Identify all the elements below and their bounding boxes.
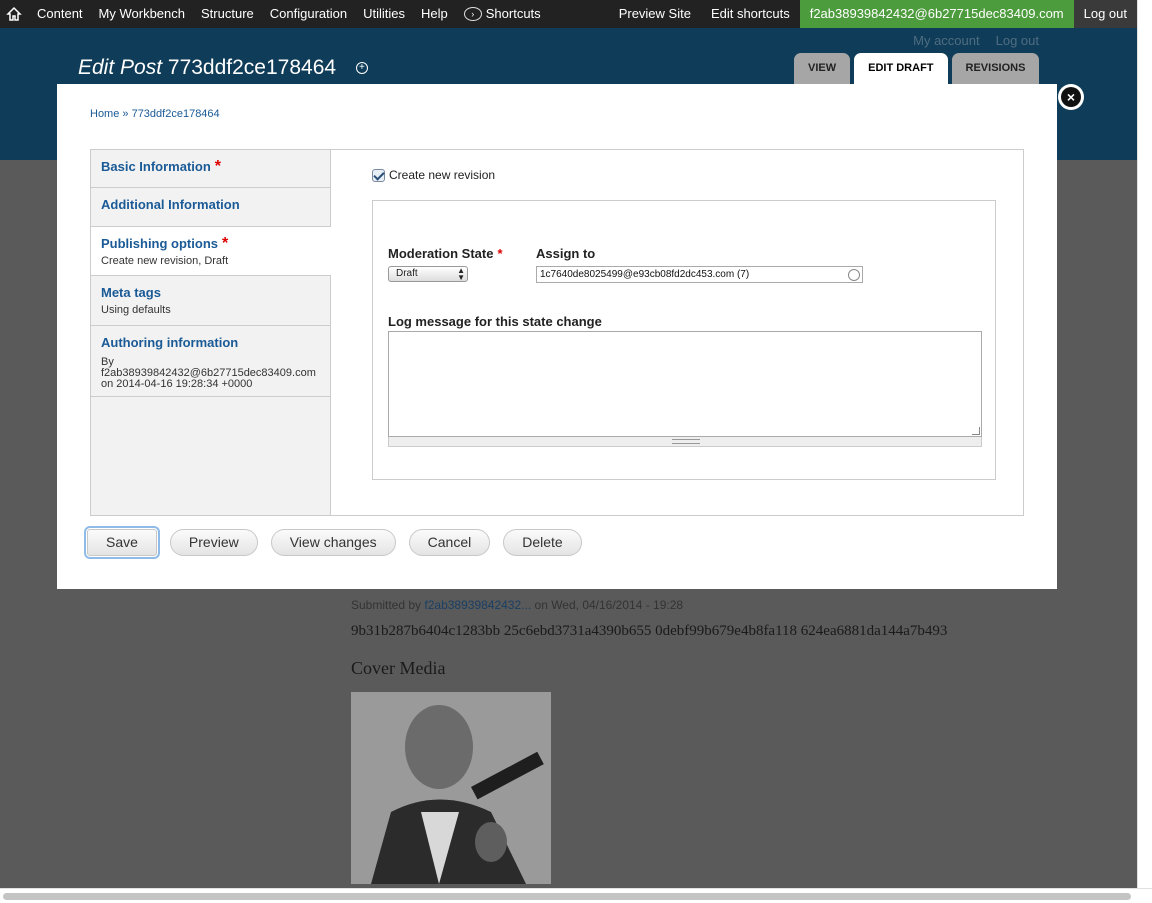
resize-handle-icon[interactable] (972, 427, 980, 435)
save-button[interactable]: Save (84, 526, 160, 559)
add-shortcut-icon[interactable]: + (355, 62, 368, 75)
preview-site-link[interactable]: Preview Site (609, 0, 701, 28)
page-title-prefix: Edit Post (78, 56, 163, 79)
user-account-link[interactable]: f2ab38939842432@6b27715dec83409.com (799, 0, 1074, 28)
breadcrumb[interactable]: Home » 773ddf2ce178464 (90, 108, 220, 120)
log-message-label: Log message for this state change (388, 314, 602, 329)
my-account-link[interactable]: My account (913, 33, 979, 48)
vtab-meta-tags[interactable]: Meta tags Using defaults (91, 276, 330, 326)
preview-button[interactable]: Preview (169, 529, 258, 556)
moderation-state-value: Draft (396, 268, 418, 279)
toolbar-logout-link[interactable]: Log out (1073, 0, 1137, 28)
toolbar-item-content[interactable]: Content (29, 0, 91, 28)
shortcuts-label: Shortcuts (485, 6, 541, 21)
toolbar-item-configuration[interactable]: Configuration (262, 0, 355, 28)
portrait-image (351, 692, 551, 884)
moderation-state-label-text: Moderation State (388, 246, 494, 261)
assign-to-input[interactable]: 1c7640de8025499@e93cb08fd2dc453.com (7) (536, 266, 863, 283)
edit-overlay: Home » 773ddf2ce178464 Basic Information… (57, 84, 1057, 589)
moderation-state-select[interactable]: Draft ▲ ▼ (388, 266, 468, 282)
moderation-state-label: Moderation State * (388, 246, 503, 261)
vtab-summary: Using defaults (101, 304, 171, 316)
create-revision-checkbox[interactable] (372, 168, 385, 182)
secondary-logout-link[interactable]: Log out (996, 33, 1039, 48)
vtab-additional-information[interactable]: Additional Information (91, 188, 330, 227)
vtab-label: Publishing options (101, 236, 218, 251)
create-revision-label[interactable]: Create new revision (389, 168, 495, 182)
tab-edit-draft[interactable]: EDIT DRAFT (854, 53, 948, 84)
create-revision-row: Create new revision (372, 168, 495, 182)
vtab-label: Basic Information (101, 159, 211, 174)
close-icon: × (1061, 87, 1081, 107)
vtab-summary: By f2ab38939842432@6b27715dec83409.com o… (101, 357, 320, 390)
overlay-close-button[interactable]: × (1058, 84, 1084, 110)
horizontal-scrollbar-thumb[interactable] (3, 893, 1131, 900)
vtab-summary: Create new revision, Draft (101, 255, 229, 267)
select-arrows-icon: ▲ ▼ (457, 266, 465, 282)
cover-media-image (351, 692, 551, 884)
autocomplete-throbber-icon (848, 269, 860, 281)
authoring-summary-line: on 2014-04-16 19:28:34 +0000 (101, 378, 253, 390)
page-title-id: 773ddf2ce178464 (167, 56, 337, 79)
node-content: Submitted by f2ab38939842432... on Wed, … (351, 598, 947, 884)
log-message-textarea[interactable] (388, 331, 982, 437)
submitted-user-link[interactable]: f2ab38939842432... (424, 598, 531, 612)
node-body: 9b31b287b6404c1283bb 25c6ebd3731a4390b65… (351, 623, 948, 639)
view-changes-button[interactable]: View changes (270, 529, 396, 556)
vtab-label: Meta tags (101, 285, 161, 300)
vtab-label: Authoring information (101, 335, 239, 350)
secondary-menu: My account Log out (913, 33, 1039, 48)
toolbar-shortcuts-toggle[interactable]: › Shortcuts (456, 0, 541, 28)
vertical-tabs: Basic Information * Additional Informatio… (90, 149, 1024, 516)
required-marker: * (222, 235, 229, 252)
textarea-grippie[interactable] (388, 437, 982, 447)
required-marker: * (497, 246, 503, 261)
publishing-options-pane: Create new revision Moderation State * Dr… (372, 150, 1022, 515)
vertical-tabs-menu: Basic Information * Additional Informatio… (91, 150, 331, 515)
edit-shortcuts-link[interactable]: Edit shortcuts (701, 0, 800, 28)
vertical-scrollbar[interactable] (1137, 0, 1152, 903)
vtab-basic-information[interactable]: Basic Information * (91, 150, 330, 188)
assign-to-label: Assign to (536, 246, 596, 261)
primary-tabs: VIEW EDIT DRAFT REVISIONS (794, 53, 1040, 84)
vtab-label: Additional Information (101, 197, 240, 212)
admin-toolbar: Content My Workbench Structure Configura… (0, 0, 1137, 28)
horizontal-scrollbar[interactable] (0, 888, 1152, 903)
moderation-fieldset: Moderation State * Draft ▲ ▼ Assign to 1c7… (372, 200, 996, 480)
toolbar-item-structure[interactable]: Structure (193, 0, 262, 28)
cover-media-heading: Cover Media (351, 658, 446, 678)
grippie-icon (672, 439, 700, 444)
form-actions: Save Preview View changes Cancel Delete (84, 526, 582, 559)
tab-view[interactable]: VIEW (794, 53, 851, 84)
toolbar-menu: Content My Workbench Structure Configura… (29, 0, 541, 28)
chevron-right-icon: › (463, 7, 482, 21)
toolbar-item-utilities[interactable]: Utilities (355, 0, 413, 28)
tab-revisions[interactable]: REVISIONS (951, 53, 1040, 84)
cancel-button[interactable]: Cancel (408, 529, 491, 556)
submitted-line: Submitted by f2ab38939842432... on Wed, … (351, 598, 947, 612)
vtab-authoring-information[interactable]: Authoring information By f2ab38939842432… (91, 326, 330, 397)
page-title: Edit Post 773ddf2ce178464 + (78, 56, 368, 80)
toolbar-right: Preview Site Edit shortcuts f2ab38939842… (609, 0, 1137, 28)
required-marker: * (214, 158, 222, 175)
toolbar-item-my-workbench[interactable]: My Workbench (91, 0, 193, 28)
toolbar-item-help[interactable]: Help (413, 0, 456, 28)
home-icon[interactable] (6, 6, 22, 22)
submitted-prefix: Submitted by (351, 598, 422, 612)
assign-to-value: 1c7640de8025499@e93cb08fd2dc453.com (7) (540, 269, 750, 280)
submitted-suffix: on Wed, 04/16/2014 - 19:28 (534, 598, 684, 612)
delete-button[interactable]: Delete (503, 529, 582, 556)
vtab-publishing-options[interactable]: Publishing options * Create new revision,… (91, 227, 331, 276)
